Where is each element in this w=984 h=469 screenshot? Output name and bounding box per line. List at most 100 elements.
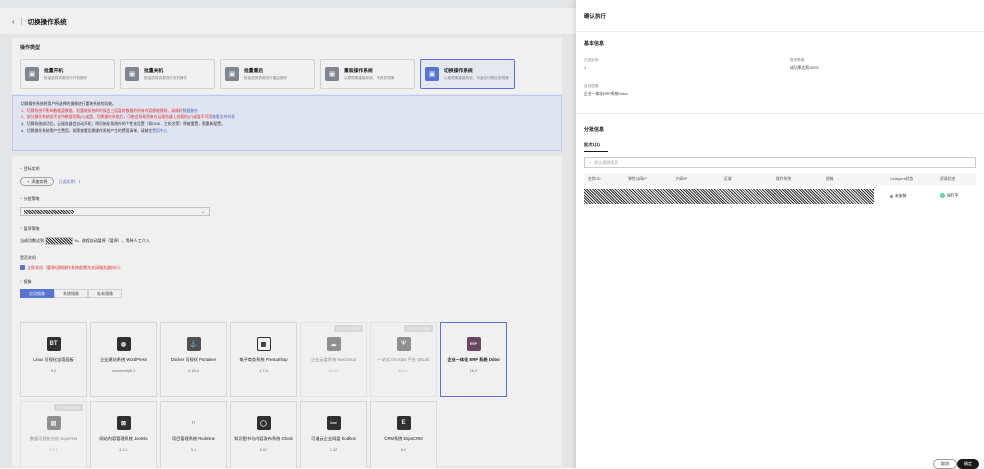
reinstall-icon: ▣ xyxy=(325,67,339,81)
divider xyxy=(576,31,984,32)
billing-link[interactable]: 费用中心 xyxy=(152,129,167,133)
image-card[interactable]: E CRM系统 EspoCRM 8.0 xyxy=(370,401,437,468)
shutdown-option[interactable]: 立即关机（重装切换操作系统前需先关闭服务器执行） xyxy=(20,265,554,271)
image-version: community6.2 xyxy=(111,369,136,374)
instances-value: 1 xyxy=(584,66,587,70)
pause-threshold-input[interactable] xyxy=(45,237,74,245)
image-name: CRM系统 EspoCRM xyxy=(384,436,423,441)
image-version: 4.3.1 xyxy=(119,448,128,453)
unsupported-badge: 不支持当前镜像 xyxy=(403,325,433,332)
image-card-selected[interactable]: ERP 企业一体化 ERP 系统 Odoo 16.0 xyxy=(440,322,507,397)
image-version: 1.7.8 xyxy=(259,369,268,374)
search-input[interactable]: ⌕ 默认模糊搜索 xyxy=(584,157,976,168)
op-title: 批量开机 xyxy=(44,69,64,75)
image-card[interactable]: ⊠ 网站内容管理系统 Joomla 4.3.1 xyxy=(90,401,157,468)
op-card-batch-restart[interactable]: ▣ 批量重启 批量选择资源进行重启操作 xyxy=(220,59,315,89)
image-version: 28.0.1 xyxy=(328,369,339,374)
op-desc: 以新镜像重装系统，可适合切换应用镜像 xyxy=(444,76,509,81)
image-version: 16.0.7 xyxy=(398,369,409,374)
image-name: 知识图书与内容发布系统 Ghost xyxy=(234,436,293,441)
op-card-reinstall-os[interactable]: ▣ 重装操作系统 以原镜像重装系统，不改变镜像 xyxy=(320,59,415,89)
op-card-batch-stop[interactable]: ▣ 批量关机 批量选择资源进行关机操作 xyxy=(120,59,215,89)
image-name: Linux 可视化宝塔面板 xyxy=(33,357,74,362)
support-list-link[interactable]: 查看支持列表 xyxy=(212,115,235,119)
op-desc: 以原镜像重装系统，不改变镜像 xyxy=(344,76,395,81)
image-card[interactable]: ⚓ Docker 可视化 Portainer 2.18.4 xyxy=(160,322,227,397)
agent-status: 未安装 xyxy=(890,194,906,199)
notice-text: 2、部分操作系统若不支持数据切换(C)或盘，切换操作系统后，可能会导致原来在云服… xyxy=(21,115,213,120)
button-label: 添加实例 xyxy=(31,178,48,184)
image-name: 企业云盘系统 Nextcloud xyxy=(311,357,356,362)
image-card[interactable]: BT Linux 可视化宝塔面板 9.0 xyxy=(20,322,87,397)
unsupported-badge: 不支持当前镜像 xyxy=(53,404,83,411)
plus-icon: + xyxy=(27,179,30,184)
image-card[interactable]: ◯ 知识图书与内容发布系统 Ghost 5.57 xyxy=(230,401,297,468)
page-header: ‹ 切换操作系统 xyxy=(0,8,576,34)
image-tabs: 应用镜像 系统镜像 私有镜像 xyxy=(20,289,554,298)
agent-status-text: 未安装 xyxy=(895,194,907,198)
image-version: 2.0.1 xyxy=(49,448,58,453)
image-card[interactable]: ∩ 项目管理系统 Redmine 5.1 xyxy=(160,401,227,468)
tab-private-image[interactable]: 私有镜像 xyxy=(88,289,122,298)
selected-count: 已选实例：1 xyxy=(58,179,81,184)
strategy-label: * 分批策略 xyxy=(20,196,40,201)
redmine-icon: ∩ xyxy=(186,416,201,430)
strategy-label: 暂停策略 xyxy=(790,58,805,62)
image-version: 8.0 xyxy=(400,448,407,453)
image-label: 目标镜像 xyxy=(584,84,599,88)
masked-value xyxy=(24,210,74,214)
tab-app-image[interactable]: 应用镜像 xyxy=(20,289,54,298)
main-page: ‹ 切换操作系统 操作类型 ▣ 批量开机 批量选择资源进行开机操作 ▣ 批量关机批… xyxy=(0,0,576,468)
column-header: UniAgent状态 xyxy=(890,176,914,181)
image-name: 可道云企业网盘 Kodbox xyxy=(311,436,356,441)
tab-system-image[interactable]: 系统镜像 xyxy=(54,289,88,298)
notice-box: 切换操作系统将用户所选择的镜像进行重装系统的功能。 1、切换系统不影响数据盘数据… xyxy=(12,95,562,151)
tab-batch-1[interactable]: 批次1(1) xyxy=(584,142,600,148)
image-name: 数据可视化分析 Superset xyxy=(29,436,78,441)
checkbox-checked-icon[interactable] xyxy=(20,265,25,271)
operation-cards: ▣ 批量开机 批量选择资源进行开机操作 ▣ 批量关机 批量选择资源进行关机操作 ▣ … xyxy=(20,59,554,89)
image-name: Docker 可视化 Portainer xyxy=(170,357,217,362)
confirm-drawer: 确认执行 基本信息 已选实例 1 暂停策略 成功率达到100% 目标镜像 企业一… xyxy=(576,0,984,469)
image-value: 企业一体化ERP系统Odoo xyxy=(584,92,628,96)
image-name: 电子商务系统 PrestaShop xyxy=(239,357,288,362)
image-card[interactable]: ▦ 电子商务系统 PrestaShop 1.7.8 xyxy=(230,322,297,397)
column-header: 弹性公网IP xyxy=(628,176,647,181)
prestashop-icon: ▦ xyxy=(256,337,271,351)
joomla-icon: ⊠ xyxy=(116,416,131,430)
op-desc: 批量选择资源进行开机操作 xyxy=(44,76,88,81)
running-check-icon: ✓ xyxy=(940,193,945,198)
back-arrow-icon[interactable]: ‹ xyxy=(12,17,15,26)
table-row: 未安装 ✓ 运行中 xyxy=(584,189,976,204)
image-card: 不支持当前镜像 ▤ 数据可视化分析 Superset 2.0.1 xyxy=(20,401,87,468)
label-text: 镜像 xyxy=(23,279,32,284)
op-desc: 批量选择资源进行重启操作 xyxy=(244,76,288,81)
page-title: 切换操作系统 xyxy=(27,19,67,26)
divider xyxy=(20,17,22,25)
basic-info-title: 基本信息 xyxy=(584,41,605,47)
column-header: 区域 xyxy=(724,176,732,181)
image-version: 16.0 xyxy=(469,369,478,374)
power-off-icon: ▣ xyxy=(125,67,139,81)
label-text: 暂停策略 xyxy=(23,226,40,231)
kodbox-icon: kod xyxy=(326,416,341,430)
add-instance-button[interactable]: + 添加实例 xyxy=(20,177,55,186)
notice-text: 4、切换操作系统需产生费用，如需查看切换操作系统产生的费用清单，请前往 xyxy=(21,128,153,133)
column-header: 操作系统 xyxy=(776,176,792,181)
notice-line-1: 1、切换系统不影响数据盘数据。但重装系统的时候会三层盘符数据的所有内容都被擦除，… xyxy=(21,108,553,115)
image-name: 网站内容管理系统 Joomla xyxy=(99,436,148,441)
power-on-icon: ▣ xyxy=(25,67,39,81)
bt-panel-icon: BT xyxy=(46,337,61,351)
op-card-switch-os[interactable]: ▣ 切换操作系统 以新镜像重装系统，可适合切换应用镜像 xyxy=(420,59,515,89)
image-card[interactable]: ◍ 企业建站系统 WordPress community6.2 xyxy=(90,322,157,397)
pause-prefix: 当成功数达到 xyxy=(20,238,44,244)
backup-link[interactable]: 数据备份 xyxy=(183,109,198,113)
image-card[interactable]: kod 可道云企业网盘 Kodbox 1.42 xyxy=(300,401,367,468)
image-name: 企业建站系统 WordPress xyxy=(100,357,147,362)
search-icon: ⌕ xyxy=(589,160,592,165)
image-name: 一站式 DevOps 平台 GitLab xyxy=(377,357,430,362)
op-card-batch-start[interactable]: ▣ 批量开机 批量选择资源进行开机操作 xyxy=(20,59,115,89)
image-version: 5.57 xyxy=(259,448,268,453)
strategy-select[interactable]: ⌄ xyxy=(20,207,210,216)
image-label: * 镜像 xyxy=(20,279,32,284)
